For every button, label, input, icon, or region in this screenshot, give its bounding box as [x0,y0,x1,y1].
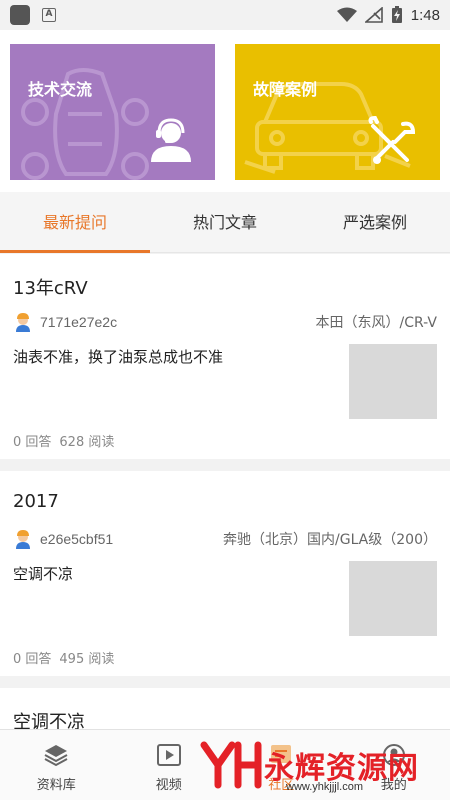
post-stats: 0 回答 628 阅读 [13,431,114,450]
tech-exchange-title: 技术交流 [28,80,93,99]
avatar-icon [16,313,30,332]
thumbnail-image [349,344,437,419]
nav-library[interactable]: 资料库 [0,730,113,800]
read-count: 495 阅读 [59,652,115,667]
author-row: e26e5cbf51 奔驰（北京）国内/GLA级（200） [13,528,437,550]
question-body: 空调不凉 [13,565,74,583]
nav-label: 资料库 [36,778,76,793]
author-row: 7171e27e2c 本田（东风）/CR-V [13,311,437,333]
question-card[interactable]: 13年cRV 7171e27e2c 本田（东风）/CR-V 油表不准，换了油泵总… [0,254,450,459]
thumbnail-image [349,561,437,636]
fault-case-card[interactable]: 故障案例 [235,44,440,180]
car-model: 奔驰（北京）国内/GLA级（200） [223,532,437,548]
nav-label: 社区 [268,778,295,793]
question-body: 油表不准，换了油泵总成也不准 [13,348,224,366]
answer-count: 0 回答 [13,435,52,450]
nav-community[interactable]: 社区 [225,730,338,800]
wifi-icon [336,7,357,22]
tab-latest-questions[interactable]: 最新提问 [0,192,150,253]
tools-icon [368,116,416,164]
bottom-navigation: 资料库 视频 社区 我的 [0,729,450,800]
no-signal-icon [364,7,383,23]
question-card[interactable]: 2017 e26e5cbf51 奔驰（北京）国内/GLA级（200） 空调不凉 … [0,471,450,676]
status-bar: A 1:48 [0,0,450,30]
post-stats: 0 回答 495 阅读 [13,648,114,667]
app-notification-icon [10,5,30,25]
nav-label: 视频 [155,778,182,793]
question-title: 2017 [13,491,59,512]
profile-icon [382,744,405,766]
author-name[interactable]: 7171e27e2c [40,314,117,330]
top-card-section: 技术交流 故障案例 [0,30,450,192]
keyboard-a-icon: A [42,8,56,22]
tab-hot-articles[interactable]: 热门文章 [150,192,300,252]
fault-case-title: 故障案例 [253,80,318,99]
support-agent-icon [151,118,191,162]
battery-charging-icon [391,6,402,23]
tab-bar: 最新提问 热门文章 严选案例 [0,192,450,253]
community-icon [271,745,292,763]
author-name[interactable]: e26e5cbf51 [40,531,113,547]
nav-profile[interactable]: 我的 [338,730,450,800]
question-title: 13年cRV [13,278,88,299]
question-feed: 13年cRV 7171e27e2c 本田（东风）/CR-V 油表不准，换了油泵总… [0,254,450,760]
car-model: 本田（东风）/CR-V [315,315,437,331]
read-count: 628 阅读 [59,435,115,450]
nav-label: 我的 [380,778,407,793]
layers-icon [44,745,68,767]
tab-selected-cases[interactable]: 严选案例 [300,192,450,252]
answer-count: 0 回答 [13,652,52,667]
app-screen: A 1:48 技术交流 故障案例 最新提问 热门文章 严选案例 13年cRV 7… [0,0,450,800]
tech-exchange-card[interactable]: 技术交流 [10,44,215,180]
clock: 1:48 [410,6,440,24]
video-icon [156,744,181,766]
nav-video[interactable]: 视频 [113,730,226,800]
avatar-icon [16,530,30,549]
